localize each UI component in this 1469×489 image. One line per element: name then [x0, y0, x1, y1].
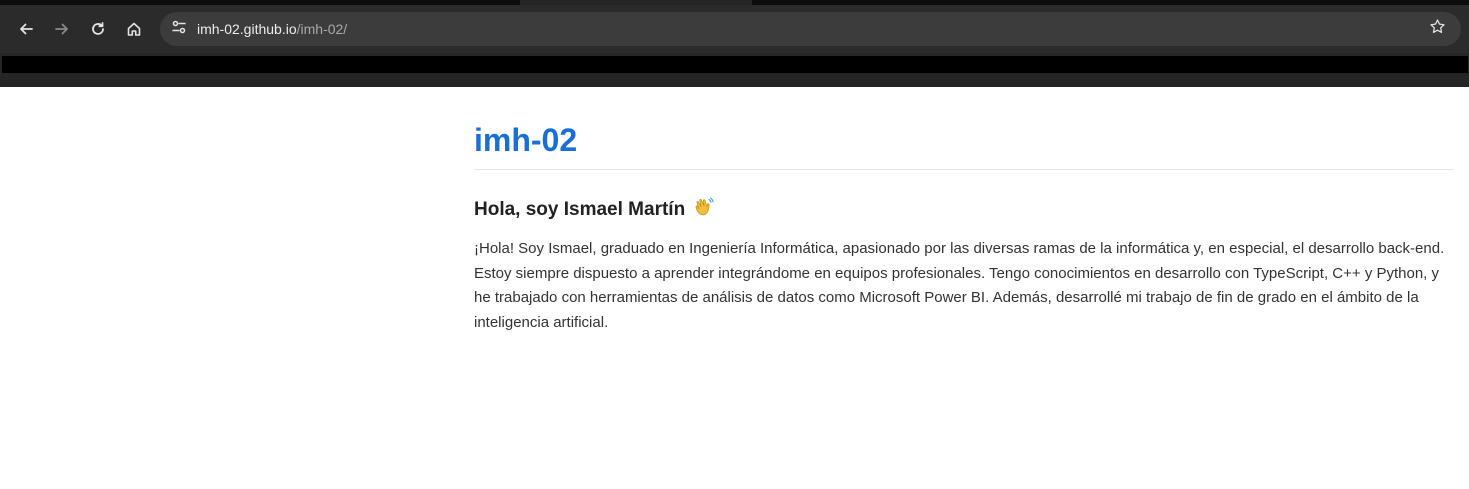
- reload-icon: [90, 21, 106, 37]
- arrow-right-icon: [54, 21, 70, 37]
- page-content: imh-02 Hola, soy Ismael Martín ¡Hola! So…: [474, 120, 1454, 335]
- bookmark-button[interactable]: [1427, 19, 1447, 39]
- site-title[interactable]: imh-02: [474, 120, 1454, 170]
- site-info-button[interactable]: [168, 18, 190, 40]
- intro-heading-text: Hola, soy Ismael Martín: [474, 199, 686, 220]
- home-button[interactable]: [120, 15, 148, 43]
- address-bar[interactable]: imh-02.github.io/imh-02/: [160, 12, 1461, 46]
- waving-hand-icon: [693, 196, 715, 226]
- forward-button[interactable]: [48, 15, 76, 43]
- tune-icon: [171, 19, 187, 40]
- reload-button[interactable]: [84, 15, 112, 43]
- redacted-bookmarks-bar: [2, 56, 1468, 73]
- arrow-left-icon: [18, 21, 34, 37]
- browser-chrome: imh-02.github.io/imh-02/: [0, 0, 1469, 87]
- intro-paragraph: ¡Hola! Soy Ismael, graduado en Ingenierí…: [474, 240, 1445, 331]
- star-icon: [1429, 18, 1446, 40]
- url-text[interactable]: imh-02.github.io/imh-02/: [197, 20, 347, 38]
- browser-toolbar: imh-02.github.io/imh-02/: [0, 5, 1469, 53]
- intro-heading: Hola, soy Ismael Martín: [474, 196, 1454, 226]
- url-host: imh-02.github.io: [197, 21, 297, 37]
- url-path: /imh-02/: [296, 21, 348, 37]
- back-button[interactable]: [12, 15, 40, 43]
- home-icon: [126, 21, 142, 37]
